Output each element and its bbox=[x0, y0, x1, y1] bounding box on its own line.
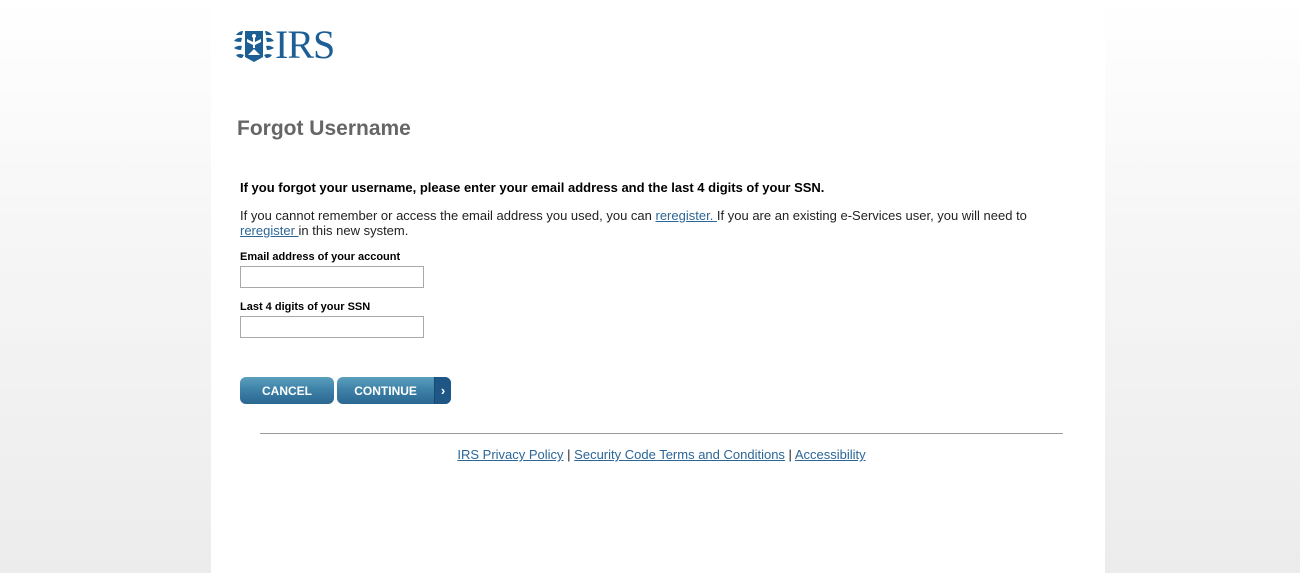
intro-text: If you forgot your username, please ente… bbox=[240, 180, 825, 195]
ssn-label: Last 4 digits of your SSN bbox=[240, 301, 371, 313]
reregister-link-1[interactable]: reregister. bbox=[656, 208, 717, 223]
footer-separator: | bbox=[784, 447, 795, 462]
footer-separator: | bbox=[563, 447, 575, 462]
help-text-part2: If you are an existing e-Services user, … bbox=[716, 208, 1027, 223]
reregister-link-2[interactable]: reregister bbox=[240, 223, 299, 238]
page-container: IRS Forgot Username If you forgot your u… bbox=[211, 0, 1105, 573]
footer-links: IRS Privacy Policy | Security Code Terms… bbox=[260, 447, 1063, 462]
security-code-terms-link[interactable]: Security Code Terms and Conditions bbox=[574, 447, 785, 462]
email-field[interactable] bbox=[240, 266, 424, 288]
chevron-right-icon: › bbox=[434, 377, 451, 404]
email-label: Email address of your account bbox=[240, 251, 401, 263]
help-text-part1: If you cannot remember or access the ema… bbox=[240, 208, 656, 223]
help-text-part3: in this new system. bbox=[298, 223, 409, 238]
irs-eagle-logo-icon bbox=[234, 31, 274, 62]
footer-divider bbox=[260, 433, 1063, 434]
logo-text: IRS bbox=[275, 22, 335, 67]
help-text: If you cannot remember or access the ema… bbox=[240, 208, 1060, 238]
cancel-button[interactable]: CANCEL bbox=[240, 377, 334, 404]
accessibility-link[interactable]: Accessibility bbox=[795, 447, 866, 462]
privacy-policy-link[interactable]: IRS Privacy Policy bbox=[457, 447, 563, 462]
continue-button[interactable]: CONTINUE › bbox=[337, 377, 451, 404]
ssn-last4-field[interactable] bbox=[240, 316, 424, 338]
continue-button-label: CONTINUE bbox=[354, 383, 417, 398]
page-title: Forgot Username bbox=[237, 117, 411, 140]
irs-logo[interactable]: IRS bbox=[234, 22, 335, 67]
